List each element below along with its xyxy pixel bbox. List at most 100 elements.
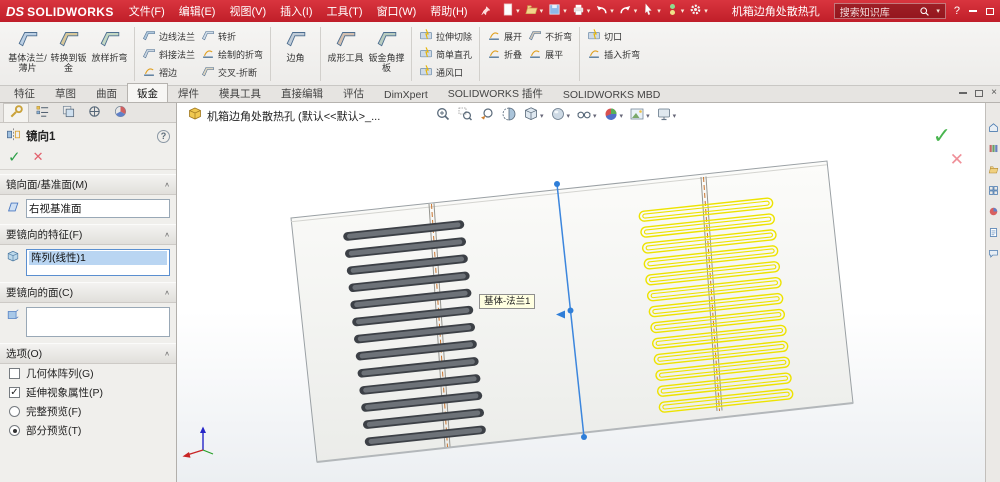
tab-direct-editing[interactable]: 直接编辑 — [271, 83, 333, 102]
dropdown-caret-icon[interactable]: ▾ — [540, 112, 544, 120]
section-faces-header[interactable]: 要镜向的面(C) ∧ — [0, 282, 176, 303]
tab-solidworks-addins[interactable]: SOLIDWORKS 插件 — [438, 83, 553, 102]
dropdown-caret-icon[interactable]: ▾ — [593, 112, 597, 120]
propagate-visual-properties-checkbox[interactable]: ✓ 延伸视象属性(P) — [0, 383, 176, 402]
base-flange-button[interactable]: 基体法兰/薄片 — [7, 24, 48, 84]
radio-unselected-icon[interactable] — [9, 406, 20, 417]
rebuild-button[interactable]: ▾ — [663, 2, 687, 20]
sketched-bend-button[interactable]: 绘制的折弯 — [198, 45, 266, 63]
cancel-button[interactable]: ✕ — [33, 149, 44, 165]
geometry-pattern-checkbox[interactable]: 几何体阵列(G) — [0, 364, 176, 383]
tab-features[interactable]: 特征 — [4, 83, 45, 102]
dropdown-caret-icon[interactable]: ▾ — [567, 112, 571, 120]
dropdown-caret-icon[interactable]: ▾ — [657, 7, 661, 15]
appearances-button[interactable] — [988, 206, 999, 217]
forum-button[interactable] — [988, 248, 999, 259]
save-button[interactable]: ▾ — [545, 2, 569, 20]
previous-view-button[interactable] — [479, 106, 495, 125]
menu-edit[interactable]: 编辑(E) — [172, 0, 223, 22]
checkbox-checked-icon[interactable]: ✓ — [9, 387, 20, 398]
search-caret-icon[interactable]: ▾ — [936, 7, 940, 15]
dimxpert-manager-tab[interactable] — [81, 103, 107, 122]
tab-solidworks-mbd[interactable]: SOLIDWORKS MBD — [553, 86, 670, 102]
configuration-manager-tab[interactable] — [55, 103, 81, 122]
vent-button[interactable]: 通风口 — [416, 63, 475, 81]
partial-preview-radio[interactable]: 部分预览(T) — [0, 421, 176, 440]
custom-properties-button[interactable] — [988, 227, 999, 238]
new-button[interactable]: ▾ — [498, 2, 522, 20]
dropdown-caret-icon[interactable]: ▾ — [704, 7, 708, 15]
dropdown-caret-icon[interactable]: ▾ — [620, 112, 624, 120]
apply-scene-button[interactable]: ▾ — [629, 106, 650, 125]
doc-close-button[interactable]: × — [991, 88, 997, 98]
view-palette-button[interactable] — [988, 185, 999, 196]
pin-menu-icon[interactable] — [481, 4, 491, 18]
file-explorer-button[interactable] — [988, 164, 999, 175]
edge-flange-button[interactable]: 边线法兰 — [139, 27, 198, 45]
tab-dimxpert[interactable]: DimXpert — [374, 86, 438, 102]
unfold-button[interactable]: 展开 — [484, 27, 525, 45]
feature-tree-header[interactable]: 机箱边角处散热孔 (默认<<默认>_... — [188, 107, 380, 124]
tab-evaluate[interactable]: 评估 — [333, 83, 374, 102]
tab-weldments[interactable]: 焊件 — [168, 83, 209, 102]
feature-manager-tab[interactable] — [29, 103, 55, 122]
dropdown-caret-icon[interactable]: ▾ — [563, 7, 567, 15]
menu-help[interactable]: 帮助(H) — [423, 0, 474, 22]
fold-button[interactable]: 折叠 — [484, 45, 525, 63]
options-button[interactable]: ▾ — [686, 2, 710, 20]
dropdown-caret-icon[interactable]: ▾ — [634, 7, 638, 15]
forming-tool-button[interactable]: 成形工具 — [325, 24, 366, 84]
zoom-fit-button[interactable] — [435, 106, 451, 125]
tab-sheet-metal[interactable]: 钣金 — [127, 83, 168, 102]
home-button[interactable] — [988, 122, 999, 133]
confirm-cancel-button[interactable]: ✕ — [950, 150, 964, 170]
dropdown-caret-icon[interactable]: ▾ — [516, 7, 520, 15]
design-library-button[interactable] — [988, 143, 999, 154]
rip-button[interactable]: 切口 — [584, 27, 643, 45]
menu-window[interactable]: 窗口(W) — [370, 0, 424, 22]
hem-button[interactable]: 褶边 — [139, 63, 198, 81]
display-style-button[interactable]: ▾ — [550, 106, 571, 125]
app-maximize-button[interactable] — [986, 7, 994, 15]
menu-tools[interactable]: 工具(T) — [320, 0, 370, 22]
tab-sketch[interactable]: 草图 — [45, 83, 86, 102]
confirm-ok-button[interactable]: ✓ — [933, 123, 951, 149]
display-manager-tab[interactable] — [107, 103, 133, 122]
features-selection-box[interactable]: 阵列(线性)1 — [26, 249, 170, 276]
flatten-button[interactable]: 展平 — [525, 45, 575, 63]
hide-show-items-button[interactable]: ▾ — [576, 106, 597, 125]
app-minimize-button[interactable] — [969, 10, 977, 12]
doc-minimize-button[interactable] — [959, 92, 968, 94]
no-bends-button[interactable]: 不折弯 — [525, 27, 575, 45]
select-button[interactable]: ▾ — [639, 2, 663, 20]
knowledge-search-input[interactable]: 搜索知识库 ▾ — [833, 3, 946, 19]
selected-feature-item[interactable]: 阵列(线性)1 — [29, 251, 167, 265]
help-icon[interactable]: ? — [157, 129, 170, 143]
zoom-area-button[interactable] — [457, 106, 473, 125]
edit-appearance-button[interactable]: ▾ — [603, 106, 624, 125]
section-features-header[interactable]: 要镜向的特征(F) ∧ — [0, 224, 176, 245]
tab-surfaces[interactable]: 曲面 — [86, 83, 127, 102]
section-view-button[interactable] — [501, 106, 517, 125]
corners-button[interactable]: 边角 — [275, 24, 316, 84]
sheet-metal-gusset-button[interactable]: 钣金角撑板 — [366, 24, 407, 84]
radio-selected-icon[interactable] — [9, 425, 20, 436]
feature-tree-label[interactable]: 机箱边角处散热孔 (默认<<默认>_... — [207, 108, 380, 124]
dropdown-caret-icon[interactable]: ▾ — [673, 112, 677, 120]
search-icon[interactable] — [919, 6, 930, 17]
tab-mold-tools[interactable]: 模具工具 — [209, 83, 271, 102]
dropdown-caret-icon[interactable]: ▾ — [610, 7, 614, 15]
miter-flange-button[interactable]: 斜接法兰 — [139, 45, 198, 63]
undo-button[interactable]: ▾ — [592, 2, 616, 20]
convert-to-sheet-metal-button[interactable]: 转换到钣金 — [48, 24, 89, 84]
print-button[interactable]: ▾ — [569, 2, 593, 20]
section-mirror-plane-header[interactable]: 镜向面/基准面(M) ∧ — [0, 174, 176, 195]
lofted-bend-button[interactable]: 放样折弯 — [89, 24, 130, 84]
dropdown-caret-icon[interactable]: ▾ — [540, 7, 544, 15]
dropdown-caret-icon[interactable]: ▾ — [587, 7, 591, 15]
insert-bends-button[interactable]: 插入折弯 — [584, 45, 643, 63]
cross-break-button[interactable]: 交叉-折断 — [198, 63, 266, 81]
ok-button[interactable]: ✓ — [8, 148, 21, 166]
app-help-button[interactable]: ? — [954, 5, 960, 17]
property-manager-tab[interactable] — [3, 103, 29, 122]
